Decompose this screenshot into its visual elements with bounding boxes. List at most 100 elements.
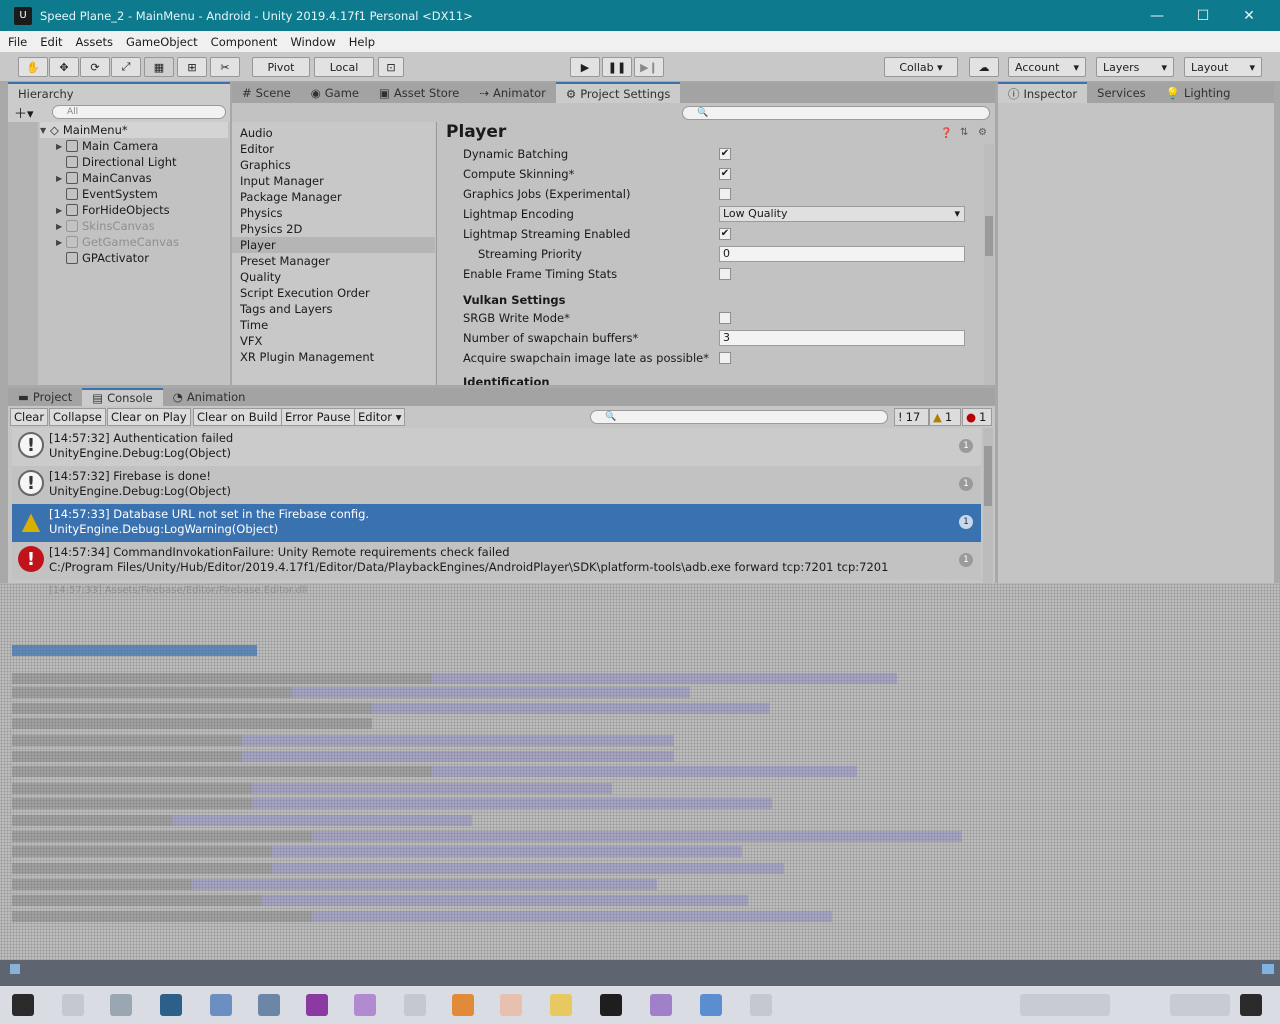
- graphics-jobs-checkbox[interactable]: [719, 188, 731, 200]
- tab-services[interactable]: Services: [1087, 82, 1156, 103]
- streaming-priority-field[interactable]: 0: [719, 246, 965, 262]
- tab-project[interactable]: ▬ Project: [8, 388, 82, 406]
- taskbar-app-icon[interactable]: [306, 994, 328, 1016]
- hierarchy-item-directional-light[interactable]: Directional Light: [56, 154, 177, 170]
- editor-dropdown[interactable]: Editor ▾: [354, 408, 406, 426]
- tab-lighting[interactable]: 💡 Lighting: [1156, 82, 1241, 103]
- settings-category-item[interactable]: Graphics: [232, 157, 435, 173]
- taskbar-app-icon[interactable]: [258, 994, 280, 1016]
- hierarchy-search-input[interactable]: All: [52, 105, 226, 119]
- help-icon[interactable]: ❓: [940, 128, 952, 139]
- step-button[interactable]: ▶❙: [634, 57, 664, 77]
- menu-component[interactable]: Component: [211, 35, 278, 49]
- collab-dropdown[interactable]: Collab ▾: [884, 57, 958, 77]
- settings-category-item[interactable]: Player: [232, 237, 435, 253]
- console-log-row[interactable]: ! [14:57:34] CommandInvokationFailure: U…: [12, 542, 981, 580]
- menu-gameobject[interactable]: GameObject: [126, 35, 198, 49]
- tab-asset-store[interactable]: ▣ Asset Store: [369, 82, 469, 103]
- error-count-toggle[interactable]: ● 1: [962, 408, 992, 426]
- settings-category-item[interactable]: Tags and Layers: [232, 301, 435, 317]
- system-tray[interactable]: [1020, 994, 1110, 1016]
- tab-animation[interactable]: ◔ Animation: [163, 388, 256, 406]
- hand-tool-icon[interactable]: ✋: [18, 57, 48, 77]
- rect-tool-icon[interactable]: ▦: [144, 57, 174, 77]
- layers-dropdown[interactable]: Layers ▾: [1096, 57, 1174, 77]
- taskbar-app-icon[interactable]: [110, 994, 132, 1016]
- console-log-row[interactable]: ! [14:57:32] Firebase is done! UnityEngi…: [12, 466, 981, 504]
- clear-on-build-button[interactable]: Clear on Build: [193, 408, 282, 426]
- snap-icon[interactable]: ⊡: [378, 57, 404, 77]
- hierarchy-item-getgamecanvas[interactable]: ▶ GetGameCanvas: [56, 234, 179, 250]
- dynamic-batching-checkbox[interactable]: ✔: [719, 148, 731, 160]
- collapse-button[interactable]: Collapse: [49, 408, 106, 426]
- settings-category-item[interactable]: Script Execution Order: [232, 285, 435, 301]
- settings-category-item[interactable]: Time: [232, 317, 435, 333]
- clear-on-play-button[interactable]: Clear on Play: [107, 408, 191, 426]
- console-log-row-selected[interactable]: ▲ [14:57:33] Database URL not set in the…: [12, 504, 981, 542]
- taskbar-app-icon[interactable]: [550, 994, 572, 1016]
- settings-search-input[interactable]: 🔍: [682, 106, 990, 120]
- taskbar-app-icon[interactable]: [404, 994, 426, 1016]
- pause-button[interactable]: ❚❚: [602, 57, 632, 77]
- menu-help[interactable]: Help: [349, 35, 375, 49]
- taskbar-app-icon[interactable]: [600, 994, 622, 1016]
- taskbar-app-icon[interactable]: [62, 994, 84, 1016]
- local-toggle[interactable]: Local: [314, 57, 374, 77]
- menu-window[interactable]: Window: [290, 35, 335, 49]
- maximize-button[interactable]: ☐: [1180, 0, 1226, 31]
- settings-category-item[interactable]: VFX: [232, 333, 435, 349]
- lightmap-encoding-dropdown[interactable]: Low Quality ▾: [719, 206, 965, 222]
- settings-category-item[interactable]: Preset Manager: [232, 253, 435, 269]
- settings-category-item[interactable]: Physics: [232, 205, 435, 221]
- settings-category-item[interactable]: Editor: [232, 141, 435, 157]
- scale-tool-icon[interactable]: ⤢: [111, 57, 141, 77]
- gear-icon[interactable]: ⚙: [978, 127, 987, 138]
- hierarchy-item-maincanvas[interactable]: ▶ MainCanvas: [56, 170, 152, 186]
- srgb-write-checkbox[interactable]: [719, 312, 731, 324]
- add-icon[interactable]: ＋▾: [14, 103, 34, 122]
- taskbar-app-icon[interactable]: [700, 994, 722, 1016]
- hierarchy-item-eventsystem[interactable]: EventSystem: [56, 186, 158, 202]
- settings-category-item[interactable]: Input Manager: [232, 173, 435, 189]
- taskbar-app-icon[interactable]: [650, 994, 672, 1016]
- console-log-row[interactable]: [14:57:33] Assets/Firebase/Editor/Fireba…: [12, 583, 981, 603]
- taskbar-app-icon[interactable]: [750, 994, 772, 1016]
- tab-console[interactable]: ▤ Console: [82, 388, 163, 406]
- tab-inspector[interactable]: ⓘ Inspector: [998, 82, 1088, 103]
- hierarchy-item-gpactivator[interactable]: GPActivator: [56, 250, 149, 266]
- preset-icon[interactable]: ⇅: [960, 127, 968, 138]
- transform-tool-icon[interactable]: ⊞: [177, 57, 207, 77]
- minimize-button[interactable]: —: [1134, 0, 1180, 31]
- scrollbar-thumb[interactable]: [985, 216, 993, 256]
- console-scrollbar[interactable]: [983, 428, 993, 584]
- play-button[interactable]: ▶: [570, 57, 600, 77]
- taskbar-app-icon[interactable]: [210, 994, 232, 1016]
- tab-project-settings[interactable]: ⚙ Project Settings: [555, 82, 681, 103]
- start-icon[interactable]: [12, 994, 34, 1016]
- menu-file[interactable]: File: [8, 35, 27, 49]
- tab-hierarchy[interactable]: Hierarchy: [8, 82, 230, 103]
- tab-scene[interactable]: # Scene: [232, 82, 301, 103]
- info-count-toggle[interactable]: ! 17: [894, 408, 929, 426]
- hierarchy-item-mainmenu[interactable]: ▼ ◇ MainMenu*: [40, 122, 228, 138]
- hierarchy-item-skinscanvas[interactable]: ▶ SkinsCanvas: [56, 218, 155, 234]
- frame-timing-checkbox[interactable]: [719, 268, 731, 280]
- menu-assets[interactable]: Assets: [76, 35, 113, 49]
- clock[interactable]: [1170, 994, 1230, 1016]
- settings-category-item[interactable]: Package Manager: [232, 189, 435, 205]
- layout-dropdown[interactable]: Layout ▾: [1184, 57, 1262, 77]
- settings-category-item[interactable]: XR Plugin Management: [232, 349, 435, 365]
- taskbar-app-icon[interactable]: [452, 994, 474, 1016]
- lightmap-streaming-checkbox[interactable]: ✔: [719, 228, 731, 240]
- tab-animator[interactable]: ⇢ Animator: [469, 82, 556, 103]
- settings-category-item[interactable]: Quality: [232, 269, 435, 285]
- menu-edit[interactable]: Edit: [40, 35, 62, 49]
- acquire-swapchain-checkbox[interactable]: [719, 352, 731, 364]
- taskbar-app-icon[interactable]: [354, 994, 376, 1016]
- hierarchy-item-forhideobjects[interactable]: ▶ ForHideObjects: [56, 202, 170, 218]
- console-log-row[interactable]: ! [14:57:32] Authentication failed Unity…: [12, 428, 981, 466]
- taskbar-app-icon[interactable]: [160, 994, 182, 1016]
- settings-category-item[interactable]: Physics 2D: [232, 221, 435, 237]
- pivot-toggle[interactable]: Pivot: [252, 57, 310, 77]
- settings-scrollbar[interactable]: [984, 144, 994, 385]
